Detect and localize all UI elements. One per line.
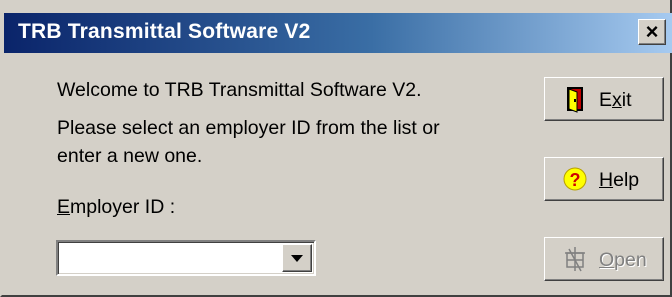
employer-id-label-mnemonic: E	[57, 196, 71, 218]
employer-id-combobox[interactable]	[56, 240, 316, 276]
employer-id-label-text: mployer ID :	[70, 196, 176, 218]
window-title: TRB Transmittal Software V2	[18, 20, 311, 43]
instruction-text-line-1: Please select an employer ID from the li…	[57, 117, 440, 139]
open-button-label: Open	[599, 249, 647, 271]
employer-id-dropdown-button[interactable]	[282, 244, 312, 272]
close-button[interactable]: ×	[638, 19, 666, 45]
help-button[interactable]: ? Help	[544, 157, 664, 201]
instruction-text-line-2: enter a new one.	[57, 145, 203, 167]
dialog-window: TRB Transmittal Software V2 × Welcome to…	[0, 0, 672, 297]
employer-id-label: Employer ID :	[57, 196, 175, 219]
exit-button-label: Exit	[599, 89, 632, 111]
svg-text:?: ?	[570, 170, 581, 190]
question-mark-icon: ?	[563, 167, 587, 191]
exit-button[interactable]: Exit	[544, 77, 664, 121]
exit-door-icon	[567, 87, 583, 113]
welcome-text: Welcome to TRB Transmittal Software V2.	[57, 79, 422, 101]
open-button[interactable]: Open	[544, 237, 664, 281]
title-bar[interactable]: TRB Transmittal Software V2 ×	[4, 13, 672, 53]
chevron-down-icon	[291, 254, 303, 262]
close-icon: ×	[645, 19, 659, 44]
help-button-label: Help	[599, 169, 640, 191]
open-folder-icon	[565, 247, 585, 272]
